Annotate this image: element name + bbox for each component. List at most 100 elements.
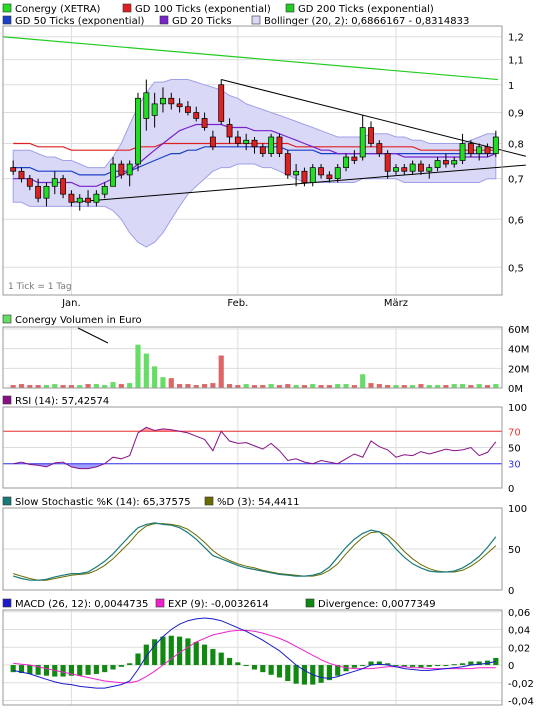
divergence-bar bbox=[210, 649, 216, 666]
candle-body bbox=[484, 146, 491, 154]
divergence-bar bbox=[118, 665, 124, 667]
legend-swatch bbox=[122, 3, 132, 13]
legend-swatch bbox=[305, 598, 315, 608]
divergence-bar bbox=[451, 664, 457, 666]
volume-bar bbox=[285, 384, 291, 388]
y-tick-label: 1,1 bbox=[508, 56, 524, 67]
macd-panel-frame bbox=[2, 609, 503, 706]
candle-body bbox=[243, 139, 250, 144]
volume-bar bbox=[310, 384, 316, 388]
volume-bar bbox=[93, 384, 99, 388]
candle-body bbox=[401, 167, 408, 172]
tick-note: 1 Tick = 1 Tag bbox=[8, 282, 72, 292]
candle-body bbox=[284, 153, 291, 176]
candle-body bbox=[18, 170, 25, 180]
legend-swatch bbox=[285, 3, 295, 13]
candle-body bbox=[43, 185, 50, 199]
y-tick-label: 0 bbox=[508, 586, 514, 597]
legend-swatch bbox=[2, 314, 12, 324]
candle-body bbox=[426, 167, 433, 172]
stoch-k-line bbox=[13, 522, 497, 581]
y-tick-label: 100 bbox=[508, 504, 527, 515]
candle-body bbox=[160, 97, 166, 105]
x-axis-label: Feb. bbox=[227, 298, 248, 309]
legend-label: Conergy Volumen in Euro bbox=[15, 315, 142, 326]
legend-label: GD 20 Ticks bbox=[172, 16, 232, 27]
volume-bar bbox=[243, 384, 249, 388]
divergence-bar bbox=[293, 665, 299, 684]
candle-body bbox=[126, 163, 133, 176]
volume-bar bbox=[52, 384, 58, 388]
candle-body bbox=[268, 136, 275, 154]
candle-body bbox=[51, 178, 58, 187]
divergence-bar bbox=[459, 663, 466, 666]
divergence-bar bbox=[43, 665, 50, 676]
candle-body bbox=[326, 174, 333, 180]
divergence-bar bbox=[435, 665, 441, 667]
divergence-bar bbox=[235, 662, 241, 666]
candle-body bbox=[492, 136, 499, 154]
y-tick-label: 0,8 bbox=[508, 140, 524, 151]
y-tick-label: 70 bbox=[508, 427, 521, 438]
legend-swatch bbox=[204, 496, 214, 506]
x-axis-label: März bbox=[384, 298, 408, 309]
candle-body bbox=[35, 185, 42, 199]
y-tick-label: -0,02 bbox=[508, 679, 534, 690]
candle-body bbox=[434, 160, 441, 168]
candle-body bbox=[135, 97, 141, 165]
volume-bar bbox=[135, 344, 141, 388]
divergence-bar bbox=[226, 657, 233, 666]
legend-label: MACD (26, 12): 0,0044735 bbox=[15, 599, 148, 610]
volume-bar bbox=[268, 384, 274, 388]
divergence-bar bbox=[243, 665, 249, 667]
volume-bar bbox=[210, 383, 216, 388]
y-tick-label: 60M bbox=[508, 325, 529, 336]
candle-body bbox=[68, 193, 75, 203]
divergence-bar bbox=[410, 665, 416, 667]
candle-body bbox=[259, 146, 266, 154]
y-tick-label: 0 bbox=[508, 661, 514, 672]
candle-body bbox=[418, 163, 424, 172]
y-tick-label: 30 bbox=[508, 460, 521, 471]
candle-body bbox=[93, 193, 100, 203]
divergence-bar bbox=[276, 665, 283, 678]
y-tick-label: 0,04 bbox=[508, 626, 530, 637]
gd200-line bbox=[2, 36, 499, 81]
legend-swatch bbox=[2, 598, 12, 608]
divergence-bar bbox=[351, 665, 357, 668]
volume-bar bbox=[160, 377, 166, 388]
volume-bar bbox=[376, 384, 382, 388]
y-tick-label: 0M bbox=[508, 384, 523, 395]
legend-pointer bbox=[77, 327, 109, 344]
macd-exp-line bbox=[13, 629, 496, 684]
candle-body bbox=[359, 127, 366, 158]
volume-bar bbox=[85, 384, 91, 388]
candle-body bbox=[110, 163, 116, 187]
stock-chart: Conergy (XETRA) GD 100 Ticks (exponential… bbox=[0, 0, 545, 711]
y-tick-label: 0,02 bbox=[508, 643, 530, 654]
candle-body bbox=[251, 139, 258, 148]
legend-label: GD 50 Ticks (exponential) bbox=[15, 16, 144, 27]
y-tick-label: 1,2 bbox=[508, 33, 524, 44]
volume-bar bbox=[118, 384, 124, 388]
candle-body bbox=[343, 156, 349, 168]
y-tick-label: 0,06 bbox=[508, 608, 530, 619]
y-tick-label: 0,6 bbox=[508, 215, 524, 226]
y-tick-label: 20M bbox=[508, 364, 529, 375]
volume-bar bbox=[18, 384, 25, 388]
candle-body bbox=[201, 118, 208, 128]
y-tick-label: 50 bbox=[508, 545, 521, 556]
legend-swatch bbox=[155, 598, 165, 608]
divergence-bar bbox=[143, 644, 149, 666]
y-tick-label: 100 bbox=[508, 403, 527, 414]
candle-body bbox=[118, 163, 125, 176]
y-tick-label: 1 bbox=[508, 81, 514, 92]
legend-swatch bbox=[159, 15, 169, 25]
bollinger-band bbox=[12, 79, 497, 248]
candle-body bbox=[309, 167, 316, 183]
stoch-d-line bbox=[13, 523, 497, 581]
candle-body bbox=[10, 167, 17, 172]
candle-body bbox=[193, 112, 200, 119]
legend-swatch bbox=[251, 15, 261, 25]
rsi-overbought-area bbox=[13, 427, 496, 432]
